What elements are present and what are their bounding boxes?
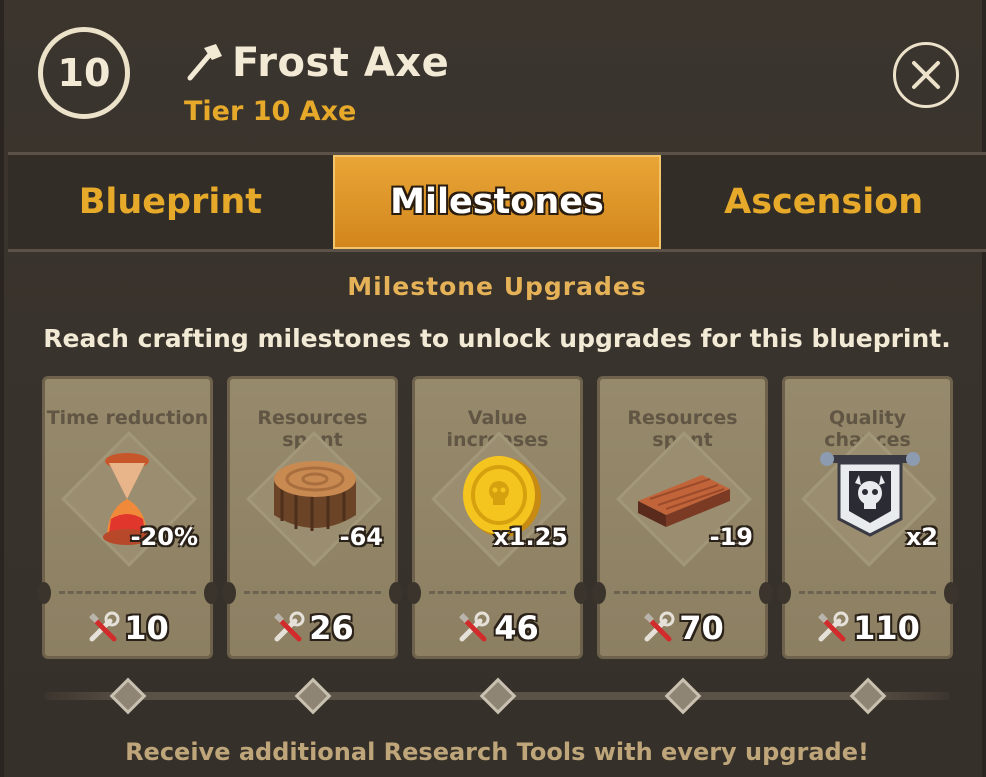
- section-title: Milestone Upgrades: [347, 272, 647, 301]
- milestone-requirement: 10: [45, 609, 210, 647]
- ticket-notch: [944, 582, 958, 604]
- tab-ascension[interactable]: Ascension: [661, 155, 986, 249]
- milestone-requirement: 110: [785, 609, 950, 647]
- research-tools-icon: [818, 611, 849, 642]
- milestone-requirement: 26: [230, 609, 395, 647]
- milestone-card[interactable]: Quality chances x2: [777, 376, 958, 659]
- item-tier: Tier 10 Axe: [184, 96, 357, 127]
- item-title: Frost Axe: [232, 40, 450, 86]
- research-tools-icon: [644, 611, 675, 642]
- milestone-node: [479, 677, 517, 715]
- divider: [799, 591, 936, 594]
- divider: [244, 591, 381, 594]
- milestone-cards: Time reduction -20% 10 Resources -64 26 …: [37, 376, 958, 659]
- milestone-value: x2: [905, 523, 938, 551]
- ticket-notch: [389, 582, 403, 604]
- milestone-node: [294, 677, 332, 715]
- blueprint-panel: 10 Frost Axe Tier 10 Axe Blueprint Miles…: [0, 0, 986, 777]
- level-badge: 10: [38, 27, 130, 119]
- research-tools-icon: [274, 611, 305, 642]
- milestone-card[interactable]: Resources spent -19 70: [592, 376, 773, 659]
- research-tools-icon: [459, 611, 490, 642]
- ticket-notch: [37, 582, 51, 604]
- ticket-notch: [592, 582, 606, 604]
- milestone-card[interactable]: Time reduction -20% 10: [37, 376, 218, 659]
- milestone-card[interactable]: Value increases x1.25 46: [407, 376, 588, 659]
- milestone-card[interactable]: Resources spent -64 26: [222, 376, 403, 659]
- divider: [429, 591, 566, 594]
- milestone-value: -20%: [130, 523, 198, 551]
- ticket-notch: [574, 582, 588, 604]
- milestone-requirement: 46: [415, 609, 580, 647]
- ticket-notch: [777, 582, 791, 604]
- ticket-notch: [204, 582, 218, 604]
- milestone-requirement: 70: [600, 609, 765, 647]
- close-button[interactable]: [893, 42, 959, 108]
- research-tools-icon: [89, 611, 120, 642]
- axe-icon: [187, 44, 222, 81]
- section-description: Reach crafting milestones to unlock upgr…: [43, 324, 951, 353]
- title-row: Frost Axe: [182, 40, 449, 86]
- requirement-count: 46: [494, 609, 539, 647]
- milestone-value: x1.25: [493, 523, 568, 551]
- ticket-notch: [759, 582, 773, 604]
- tab-milestones[interactable]: Milestones: [332, 155, 662, 249]
- level-number: 10: [57, 51, 111, 95]
- close-icon: [912, 61, 940, 89]
- milestone-node: [664, 677, 702, 715]
- tab-label: Blueprint: [78, 182, 262, 222]
- requirement-count: 26: [309, 609, 354, 647]
- tab-label: Milestones: [390, 182, 604, 222]
- requirement-count: 70: [679, 609, 724, 647]
- divider: [614, 591, 751, 594]
- requirement-count: 110: [853, 609, 920, 647]
- footer-note: Receive additional Research Tools with e…: [125, 738, 869, 766]
- tab-label: Ascension: [724, 182, 924, 222]
- tab-blueprint[interactable]: Blueprint: [8, 155, 333, 249]
- milestone-label: Time reduction: [46, 407, 209, 429]
- milestone-value: -64: [339, 523, 383, 551]
- requirement-count: 10: [124, 609, 169, 647]
- milestone-node: [849, 677, 887, 715]
- milestone-value: -19: [709, 523, 753, 551]
- divider: [59, 591, 196, 594]
- milestone-node: [109, 677, 147, 715]
- ticket-notch: [407, 582, 421, 604]
- ticket-notch: [222, 582, 236, 604]
- tab-bar: Blueprint Milestones Ascension: [8, 152, 986, 252]
